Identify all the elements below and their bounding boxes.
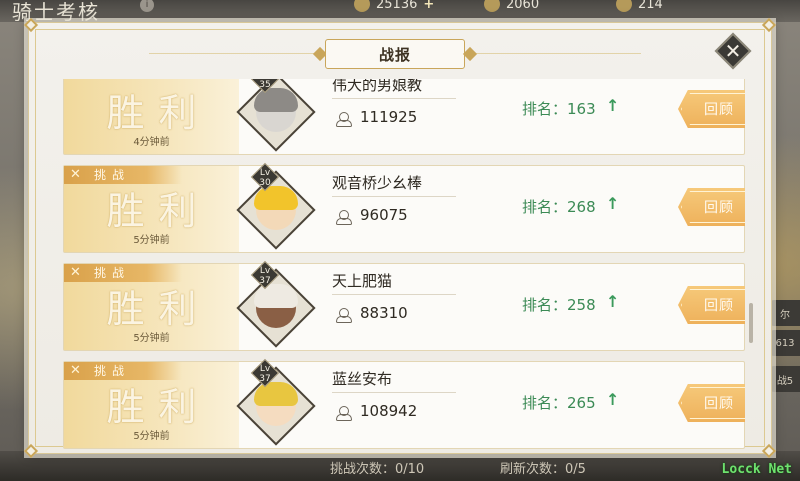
add-diamond-icon[interactable]: + [423,0,434,12]
title-plate: 战报 [312,39,478,69]
power-value: 96075 [360,206,408,224]
power-icon [336,308,352,324]
resource-coin: 2060 [484,0,539,14]
avatar[interactable] [236,79,316,152]
title-deco-line [475,53,641,54]
resource-medal: 214 [616,0,663,14]
modal-title: 战报 [325,39,465,69]
power-icon [336,406,352,422]
rank-up-arrow-icon: ↑ [606,194,620,213]
crossed-swords-icon: ✕ [70,265,81,280]
resource-value: 214 [638,0,663,12]
level-text: Lv35 [259,79,271,90]
title-diamond-icon [462,46,478,62]
result-text: 胜利 [106,189,211,233]
title-deco-line [149,53,315,54]
rank-up-arrow-icon: ↑ [606,390,620,409]
side-label-3[interactable]: 战5 [770,366,800,392]
watermark: Locck Net [721,462,792,477]
review-label: 回顾 [704,200,734,216]
time-ago: 5分钟前 [133,235,170,246]
level-badge: Lv35 [250,79,280,94]
medal-icon [616,0,632,12]
time-ago: 4分钟前 [133,137,170,148]
level-badge: Lv 30 [250,162,280,192]
scrollbar[interactable] [749,303,753,343]
crossed-swords-icon: ✕ [70,363,81,378]
rank-text: 排名：268 [522,198,596,216]
power-icon [336,112,352,128]
review-button[interactable]: 回顾 [678,90,745,128]
name-divider [332,392,456,393]
review-label: 回顾 [704,298,734,314]
result-text: 胜利 [106,287,211,331]
rank-up-arrow-icon: ↑ [606,292,620,311]
power-icon [336,210,352,226]
bottom-bar: 挑战次数：0/10 刷新次数：0/5 Locck Net [0,451,800,481]
rank-text: 排名：163 [522,100,596,118]
time-ago: 5分钟前 [133,333,170,344]
power-value: 111925 [360,108,418,126]
challenge-label: 挑战 [94,364,131,378]
player-name: 天上肥猫 [332,272,393,290]
side-label-2: 613 [770,330,800,356]
battle-record-row: 胜利 4分钟前 Lv35 伟大的男娘教 111925 排名：163 ↑ 回顾 [63,79,745,155]
challenge-tag: ✕ 挑战 [64,264,182,282]
power-value: 88310 [360,304,408,322]
avatar[interactable] [236,268,316,348]
player-name: 观音桥少幺棒 [332,174,423,192]
battle-record-list[interactable]: 胜利 4分钟前 Lv35 伟大的男娘教 111925 排名：163 ↑ 回顾 [63,79,745,449]
name-divider [332,294,456,295]
result-panel: 胜利 4分钟前 [64,79,239,154]
diamond-icon [354,0,370,12]
review-button[interactable]: 回顾 [678,286,745,324]
refresh-count: 刷新次数：0/5 [500,462,586,477]
resource-value: 2060 [506,0,540,12]
close-icon: ✕ [724,39,742,63]
resource-value: 25136 [376,0,418,12]
rank-text: 排名：258 [522,296,596,314]
battle-record-row: 胜利 5分钟前 ✕ 挑战 Lv37 蓝丝安布 108942 排名：265 ↑ [63,358,745,449]
close-button[interactable]: ✕ [714,32,752,70]
rank-text: 排名：265 [522,394,596,412]
result-text: 胜利 [106,91,211,135]
level-badge: Lv 37 [250,358,280,388]
info-icon[interactable]: i [140,0,154,12]
challenge-label: 挑战 [94,266,131,280]
time-ago: 5分钟前 [133,431,170,442]
challenge-label: 挑战 [94,168,131,182]
name-divider [332,98,456,99]
level-badge: Lv 37 [250,260,280,290]
review-label: 回顾 [704,396,734,412]
battle-report-modal: 战报 ✕ 胜利 4分钟前 Lv35 伟大的男娘教 111925 [23,17,777,459]
player-name: 伟大的男娘教 [332,79,423,94]
avatar[interactable] [236,366,316,446]
review-label: 回顾 [704,102,734,118]
challenge-count: 挑战次数：0/10 [330,462,425,477]
power-value: 108942 [360,402,418,420]
review-button[interactable]: 回顾 [678,384,745,422]
side-label-1: 尔 [770,300,800,326]
level-text: Lv 30 [259,168,271,188]
battle-record-row: 胜利 5分钟前 ✕ 挑战 Lv30 观音桥少幺棒 96075 排名：268 ↑ [63,162,745,253]
player-name: 蓝丝安布 [332,370,393,388]
avatar[interactable] [236,170,316,250]
rank-up-arrow-icon: ↑ [606,96,620,115]
battle-record-row: 胜利 5分钟前 ✕ 挑战 Lv 37 天上肥猫 88310 排名：258 ↑ 回… [63,260,745,351]
level-text: Lv 37 [259,364,271,384]
crossed-swords-icon: ✕ [70,167,81,182]
level-text: Lv 37 [259,266,271,286]
resource-diamond: 25136 + [354,0,434,14]
top-resource-bar: 骑士考核 i 25136 + 2060 214 [0,0,800,24]
challenge-tag: ✕ 挑战 [64,166,182,184]
name-divider [332,196,456,197]
coin-icon [484,0,500,12]
result-text: 胜利 [106,385,211,429]
review-button[interactable]: 回顾 [678,188,745,226]
challenge-tag: ✕ 挑战 [64,362,182,380]
